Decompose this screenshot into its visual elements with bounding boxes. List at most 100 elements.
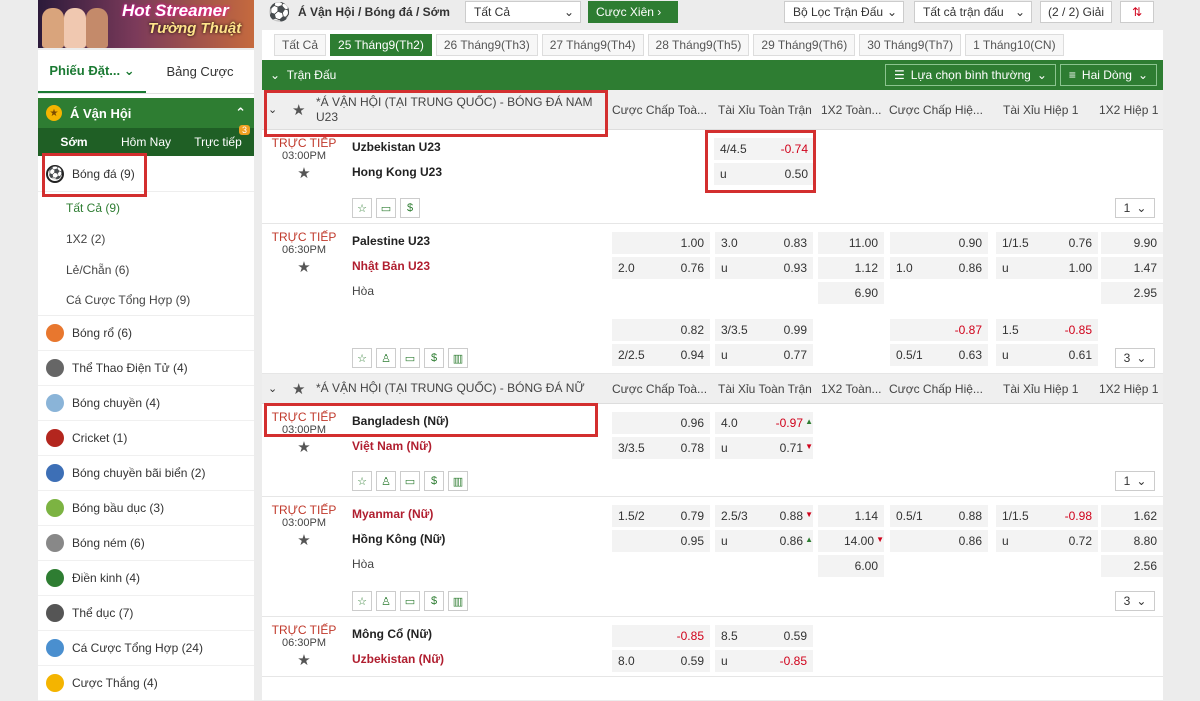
- favorite-star-icon[interactable]: ★: [262, 438, 346, 456]
- lineup-icon[interactable]: ♙: [376, 591, 396, 611]
- odds-cell[interactable]: 3/3.5 0.99: [715, 319, 813, 341]
- odds-cell[interactable]: 0.5/1 0.88: [890, 505, 988, 527]
- date-tab[interactable]: 26 Tháng9(Th3): [435, 34, 538, 56]
- odds-cell[interactable]: u 0.61: [996, 344, 1098, 366]
- dollar-icon[interactable]: $: [424, 471, 444, 491]
- odds-cell[interactable]: u 0.50: [714, 163, 814, 185]
- odds-cell[interactable]: u -0.85: [715, 650, 813, 672]
- favorite-star-icon[interactable]: ★: [262, 164, 346, 182]
- sidebar-item-sport[interactable]: Điền kinh (4): [38, 561, 254, 596]
- odds-cell[interactable]: 11.00: [818, 232, 884, 254]
- odds-cell[interactable]: 1.00: [612, 232, 710, 254]
- market-count-select[interactable]: 1 ⌄: [1115, 198, 1155, 218]
- odds-cell[interactable]: 8.80: [1101, 530, 1163, 552]
- league-title[interactable]: *Á VẬN HỘI (TẠI TRUNG QUỐC) - BÓNG ĐÁ NỮ: [316, 381, 606, 396]
- chart-icon[interactable]: ▥: [448, 471, 468, 491]
- stats-ticket-icon[interactable]: ▭: [400, 348, 420, 368]
- odds-cell[interactable]: 1/1.5 -0.98: [996, 505, 1098, 527]
- sidebar-item-sport[interactable]: Cược Thắng (4): [38, 666, 254, 701]
- sidebar-item-sport[interactable]: Cá Cược Tổng Hợp (24): [38, 631, 254, 666]
- odds-cell[interactable]: 0.96: [612, 412, 710, 434]
- favorite-star-icon[interactable]: ★: [262, 531, 346, 549]
- subitem-1x2[interactable]: 1X2 (2): [38, 223, 254, 254]
- league-count-button[interactable]: (2 / 2) Giải: [1040, 1, 1112, 23]
- odds-cell[interactable]: 1.0 0.86: [890, 257, 988, 279]
- subitem-all[interactable]: Tất Cả (9): [38, 192, 254, 223]
- odds-cell[interactable]: u 1.00: [996, 257, 1098, 279]
- odds-cell[interactable]: 2.5/3 0.88 ▼: [715, 505, 813, 527]
- sidebar-item-sport[interactable]: Bóng chuyền bãi biển (2): [38, 456, 254, 491]
- odds-cell[interactable]: u 0.93: [715, 257, 813, 279]
- subitem-combo[interactable]: Cá Cược Tổng Hợp (9): [38, 285, 254, 316]
- sidebar-item-sport[interactable]: Thể dục (7): [38, 596, 254, 631]
- market-count-select[interactable]: 3 ⌄: [1115, 348, 1155, 368]
- odds-cell[interactable]: 3.0 0.83: [715, 232, 813, 254]
- chevron-down-icon[interactable]: ⌄: [268, 382, 277, 395]
- star-icon[interactable]: ☆: [352, 471, 372, 491]
- odds-cell[interactable]: 6.90: [818, 282, 884, 304]
- sidebar-item-sport[interactable]: Bóng ném (6): [38, 526, 254, 561]
- promo-banner[interactable]: Hot Streamer Tường Thuật: [38, 0, 254, 48]
- subitem-odd-even[interactable]: Lẻ/Chẵn (6): [38, 254, 254, 285]
- odds-cell[interactable]: 1.5/2 0.79: [612, 505, 710, 527]
- odds-cell[interactable]: 1/1.5 0.76: [996, 232, 1098, 254]
- star-icon[interactable]: ☆: [352, 198, 372, 218]
- tab-today[interactable]: Hôm Nay: [110, 135, 182, 149]
- chart-icon[interactable]: ▥: [448, 591, 468, 611]
- dollar-icon[interactable]: $: [400, 198, 420, 218]
- odds-cell[interactable]: 1.14: [818, 505, 884, 527]
- tab-live[interactable]: Trực tiếp: [182, 135, 254, 149]
- star-icon[interactable]: ★: [292, 380, 305, 398]
- market-count-select[interactable]: 1 ⌄: [1115, 471, 1155, 491]
- tab-early[interactable]: Sớm: [38, 135, 110, 149]
- odds-cell[interactable]: 3/3.5 0.78: [612, 437, 710, 459]
- odds-cell[interactable]: 2/2.5 0.94: [612, 344, 710, 366]
- favorite-star-icon[interactable]: ★: [262, 258, 346, 276]
- dollar-icon[interactable]: $: [424, 348, 444, 368]
- lineup-icon[interactable]: ♙: [376, 471, 396, 491]
- favorite-star-icon[interactable]: ★: [262, 651, 346, 669]
- league-title[interactable]: *Á VẬN HỘI (TẠI TRUNG QUỐC) - BÓNG ĐÁ NA…: [316, 95, 606, 125]
- odds-cell[interactable]: u 0.86 ▲: [715, 530, 813, 552]
- chart-icon[interactable]: ▥: [448, 348, 468, 368]
- match-filter-button[interactable]: Bộ Lọc Trận Đấu ⌄: [784, 1, 904, 23]
- star-icon[interactable]: ☆: [352, 348, 372, 368]
- date-tab[interactable]: 28 Tháng9(Th5): [647, 34, 750, 56]
- market-count-select[interactable]: 3 ⌄: [1115, 591, 1155, 611]
- odds-cell[interactable]: 14.00 ▼: [818, 530, 884, 552]
- odds-cell[interactable]: 8.5 0.59: [715, 625, 813, 647]
- odds-cell[interactable]: 0.90: [890, 232, 988, 254]
- date-tab[interactable]: Tất Cả: [274, 34, 327, 56]
- odds-cell[interactable]: 1.12: [818, 257, 884, 279]
- tab-odds-board[interactable]: Bảng Cược: [146, 50, 254, 93]
- star-icon[interactable]: ☆: [352, 591, 372, 611]
- stats-ticket-icon[interactable]: ▭: [400, 591, 420, 611]
- odds-cell[interactable]: -0.85: [612, 625, 710, 647]
- date-tab[interactable]: 27 Tháng9(Th4): [541, 34, 644, 56]
- tab-bet-slip[interactable]: Phiếu Đặt... ⌄: [38, 50, 146, 93]
- chevron-down-icon[interactable]: ⌄: [268, 103, 277, 116]
- odds-cell[interactable]: u 0.72: [996, 530, 1098, 552]
- odds-cell[interactable]: 0.86: [890, 530, 988, 552]
- sidebar-item-sport[interactable]: Cricket (1): [38, 421, 254, 456]
- date-tab[interactable]: 30 Tháng9(Th7): [859, 34, 962, 56]
- star-icon[interactable]: ★: [292, 101, 305, 119]
- odds-cell[interactable]: 2.95: [1101, 282, 1163, 304]
- sidebar-item-sport[interactable]: Bóng chuyền (4): [38, 386, 254, 421]
- odds-cell[interactable]: 1.5 -0.85: [996, 319, 1098, 341]
- odds-cell[interactable]: 1.62: [1101, 505, 1163, 527]
- sidebar-item-sport[interactable]: Bóng bầu dục (3): [38, 491, 254, 526]
- all-matches-select[interactable]: Tất cả trận đấu ⌄: [914, 1, 1032, 23]
- region-header[interactable]: ★ Á Vận Hội ⌃: [38, 98, 254, 128]
- odds-cell[interactable]: 0.82: [612, 319, 710, 341]
- odds-cell[interactable]: 6.00: [818, 555, 884, 577]
- date-tab[interactable]: 29 Tháng9(Th6): [753, 34, 856, 56]
- odds-cell[interactable]: 8.0 0.59: [612, 650, 710, 672]
- odds-cell[interactable]: 1.47: [1101, 257, 1163, 279]
- odds-cell[interactable]: 0.5/1 0.63: [890, 344, 988, 366]
- market-filter-select[interactable]: Tất Cả ⌄: [465, 1, 581, 23]
- collapse-icon[interactable]: ⌄: [270, 68, 280, 82]
- date-tab[interactable]: 1 Tháng10(CN): [965, 34, 1064, 56]
- odds-cell[interactable]: 2.0 0.76: [612, 257, 710, 279]
- odds-cell[interactable]: 2.56: [1101, 555, 1163, 577]
